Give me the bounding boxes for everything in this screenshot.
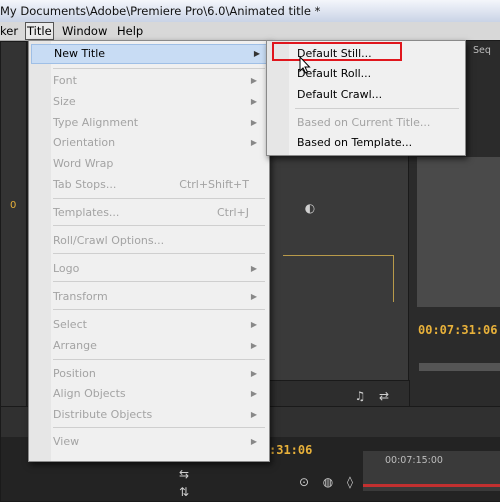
menu-item-label: Size bbox=[53, 95, 76, 108]
panel-tab-fragment: Seq bbox=[473, 45, 491, 56]
left-value: 0 bbox=[10, 200, 17, 211]
menu-item-label: Templates... bbox=[53, 206, 120, 219]
submenu-arrow-icon: ▶ bbox=[250, 118, 257, 127]
menu-separator bbox=[53, 225, 265, 226]
menu-item-position[interactable]: Position ▶ bbox=[53, 365, 263, 383]
menu-separator bbox=[295, 108, 459, 109]
program-scrubber[interactable] bbox=[419, 363, 500, 371]
timeline-timecode: :31:06 bbox=[269, 443, 313, 457]
menu-item-view[interactable]: View ▶ bbox=[53, 433, 263, 451]
menu-item-label: Word Wrap bbox=[53, 157, 114, 170]
submenu-arrow-icon: ▶ bbox=[253, 49, 260, 58]
menu-item-new-title[interactable]: New Title ▶ bbox=[31, 44, 267, 64]
menu-item-label: Logo bbox=[53, 262, 80, 275]
shield-icon[interactable]: ◊ bbox=[343, 475, 357, 489]
menu-bar: ker Title Window Help bbox=[0, 22, 500, 41]
submenu-arrow-icon: ▶ bbox=[250, 76, 257, 85]
marker-icon[interactable]: ⊙ bbox=[297, 475, 311, 489]
safe-area-icon[interactable]: ♫ bbox=[353, 389, 367, 403]
menu-separator bbox=[53, 198, 265, 199]
menu-item-label: Distribute Objects bbox=[53, 408, 153, 421]
work-area-bar[interactable] bbox=[363, 484, 500, 487]
program-monitor-view bbox=[417, 157, 500, 307]
menu-item-tab-stops[interactable]: Tab Stops... Ctrl+Shift+T bbox=[53, 176, 263, 194]
menu-item-word-wrap[interactable]: Word Wrap bbox=[53, 155, 263, 173]
designer-toolbar: ♫ ⇄ bbox=[268, 380, 410, 408]
submenu-arrow-icon: ▶ bbox=[250, 389, 257, 398]
menu-item-label: Position bbox=[53, 367, 96, 380]
menu-item-size[interactable]: Size ▶ bbox=[53, 93, 263, 111]
submenu-arrow-icon: ▶ bbox=[250, 97, 257, 106]
menu-item-roll-crawl-options[interactable]: Roll/Crawl Options... bbox=[53, 232, 263, 250]
menu-help[interactable]: Help bbox=[117, 22, 143, 40]
title-menu: New Title ▶ Font ▶ Size ▶ Type Alignment… bbox=[28, 40, 270, 462]
menu-item-label: Select bbox=[53, 318, 87, 331]
add-marker-icon[interactable]: ◍ bbox=[321, 475, 335, 489]
menu-item-label: Orientation bbox=[53, 136, 116, 149]
menu-item-label: Roll/Crawl Options... bbox=[53, 234, 165, 247]
program-timecode: 00:07:31:06 bbox=[418, 323, 498, 337]
menu-item-label: Align Objects bbox=[53, 387, 126, 400]
ruler-time: 00:07:15:00 bbox=[385, 455, 443, 466]
submenu-arrow-icon: ▶ bbox=[250, 410, 257, 419]
keyframe-icon: ◐ bbox=[304, 201, 316, 215]
menu-item-label: Type Alignment bbox=[53, 116, 139, 129]
motion-path-line bbox=[283, 255, 394, 302]
submenu-item-default-crawl[interactable]: Default Crawl... bbox=[297, 86, 459, 104]
menu-item-arrange[interactable]: Arrange ▶ bbox=[53, 337, 263, 355]
menu-item-templates[interactable]: Templates... Ctrl+J bbox=[53, 204, 263, 222]
menu-item-label: Font bbox=[53, 74, 77, 87]
menu-separator bbox=[53, 253, 265, 254]
submenu-item-based-on-template[interactable]: Based on Template... bbox=[297, 134, 459, 152]
submenu-arrow-icon: ▶ bbox=[250, 369, 257, 378]
menu-item-transform[interactable]: Transform ▶ bbox=[53, 288, 263, 306]
window-title-bar: My Documents\Adobe\Premiere Pro\6.0\Anim… bbox=[0, 0, 500, 22]
window-title: My Documents\Adobe\Premiere Pro\6.0\Anim… bbox=[0, 4, 321, 18]
menu-item-logo[interactable]: Logo ▶ bbox=[53, 260, 263, 278]
submenu-arrow-icon: ▶ bbox=[250, 341, 257, 350]
menu-item-shortcut: Ctrl+Shift+T bbox=[179, 178, 249, 191]
menu-item-font[interactable]: Font ▶ bbox=[53, 72, 263, 90]
title-designer-panel: ◐ bbox=[268, 154, 410, 408]
menu-item-label: Tab Stops... bbox=[53, 178, 117, 191]
menu-item-label: Arrange bbox=[53, 339, 97, 352]
highlight-callout bbox=[272, 42, 402, 61]
menu-item-shortcut: Ctrl+J bbox=[216, 206, 249, 219]
left-panel: 0 bbox=[0, 41, 27, 408]
submenu-arrow-icon: ▶ bbox=[250, 138, 257, 147]
link-icon[interactable]: ⇅ bbox=[177, 485, 191, 499]
submenu-arrow-icon: ▶ bbox=[250, 292, 257, 301]
menu-item-align-objects[interactable]: Align Objects ▶ bbox=[53, 385, 263, 403]
menu-title[interactable]: Title bbox=[25, 22, 54, 40]
timeline-ruler[interactable]: 00:07:15:00 bbox=[363, 451, 500, 491]
submenu-item-default-roll[interactable]: Default Roll... bbox=[297, 65, 459, 83]
menu-item-orientation[interactable]: Orientation ▶ bbox=[53, 134, 263, 152]
menu-separator bbox=[53, 281, 265, 282]
submenu-item-based-on-current-title[interactable]: Based on Current Title... bbox=[297, 114, 459, 132]
menu-item-label: Transform bbox=[53, 290, 108, 303]
menu-item-label: New Title bbox=[54, 47, 106, 60]
mouse-cursor-icon bbox=[299, 56, 311, 74]
submenu-arrow-icon: ▶ bbox=[250, 264, 257, 273]
snap-icon[interactable]: ⇆ bbox=[177, 467, 191, 481]
submenu-arrow-icon: ▶ bbox=[250, 320, 257, 329]
menu-separator bbox=[53, 427, 265, 428]
menu-item-select[interactable]: Select ▶ bbox=[53, 316, 263, 334]
submenu-arrow-icon: ▶ bbox=[250, 437, 257, 446]
menu-item-label: View bbox=[53, 435, 80, 448]
menu-separator bbox=[53, 68, 265, 69]
menu-window[interactable]: Window bbox=[62, 22, 107, 40]
menu-item-distribute-objects[interactable]: Distribute Objects ▶ bbox=[53, 406, 263, 424]
menu-marker[interactable]: ker bbox=[0, 22, 18, 40]
menu-separator bbox=[53, 359, 265, 360]
menu-separator bbox=[53, 309, 265, 310]
menu-item-type-alignment[interactable]: Type Alignment ▶ bbox=[53, 114, 263, 132]
export-icon[interactable]: ⇄ bbox=[377, 389, 391, 403]
